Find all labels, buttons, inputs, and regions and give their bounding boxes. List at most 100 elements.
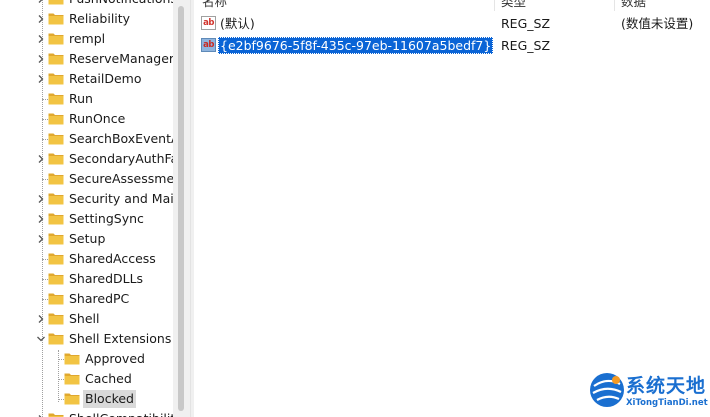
folder-icon (48, 273, 64, 285)
tree-item-label[interactable]: SharedAccess (67, 250, 158, 268)
tree-item-label[interactable]: SearchBoxEventArgsProvider (67, 130, 173, 148)
chevron-right-icon[interactable] (35, 13, 47, 25)
chevron-right-icon[interactable] (35, 193, 47, 205)
folder-icon (48, 13, 64, 25)
tree-item-label[interactable]: Security and Maintenance (67, 190, 173, 208)
value-row[interactable]: ab (默认) REG_SZ (数值未设置) (194, 13, 710, 34)
tree-item[interactable]: SharedPC (0, 289, 173, 309)
registry-tree[interactable]: PushNotifications Reliability rempl Reserve… (0, 0, 173, 417)
tree-item-label[interactable]: rempl (67, 30, 107, 48)
value-row-selected[interactable]: ab {e2bf9676-5f8f-435c-97eb-11607a5bedf7… (194, 35, 710, 56)
chevron-right-icon[interactable] (35, 0, 47, 5)
folder-icon (48, 193, 64, 205)
tree-item-label[interactable]: PushNotifications (67, 0, 173, 8)
tree-item-label[interactable]: SettingSync (67, 210, 146, 228)
tree-item-label[interactable]: RunOnce (67, 110, 127, 128)
tree-scrollbar[interactable] (173, 0, 190, 417)
tree-item[interactable]: Cached (0, 369, 173, 389)
folder-icon (48, 53, 64, 65)
column-header-data[interactable]: 数据 (621, 0, 646, 11)
folder-icon (64, 353, 80, 365)
tree-item[interactable]: rempl (0, 29, 173, 49)
column-header-name[interactable]: 名称 (202, 0, 227, 11)
watermark-logo: 系统天地 XiTongTianDi.net (588, 371, 708, 415)
tree-item-label[interactable]: Blocked (83, 390, 136, 408)
tree-item-label[interactable]: Shell Extensions (67, 330, 173, 348)
tree-item[interactable]: Security and Maintenance (0, 189, 173, 209)
tree-item-label[interactable]: ReserveManager (67, 50, 173, 68)
chevron-right-icon[interactable] (35, 153, 47, 165)
chevron-right-icon[interactable] (35, 33, 47, 45)
value-name[interactable]: (默认) (218, 15, 257, 32)
folder-icon (48, 413, 64, 417)
tree-item[interactable]: PushNotifications (0, 0, 173, 9)
column-separator[interactable] (494, 0, 495, 11)
tree-item[interactable]: SharedAccess (0, 249, 173, 269)
tree-item-label[interactable]: Setup (67, 230, 107, 248)
tree-item-label[interactable]: Reliability (67, 10, 132, 28)
tree-item-label[interactable]: RetailDemo (67, 70, 143, 88)
tree-item[interactable]: SettingSync (0, 209, 173, 229)
chevron-right-icon[interactable] (35, 413, 47, 417)
tree-item-label[interactable]: SecureAssessment (67, 170, 173, 188)
folder-icon (48, 313, 64, 325)
tree-item[interactable]: Setup (0, 229, 173, 249)
tree-item-label[interactable]: Approved (83, 350, 147, 368)
value-type: REG_SZ (501, 16, 551, 31)
folder-icon (64, 393, 80, 405)
value-name-selected[interactable]: {e2bf9676-5f8f-435c-97eb-11607a5bedf7} (218, 37, 494, 54)
folder-icon (48, 233, 64, 245)
folder-icon (48, 0, 64, 5)
string-value-icon: ab (201, 38, 216, 52)
folder-icon (48, 73, 64, 85)
tree-item[interactable]: RetailDemo (0, 69, 173, 89)
folder-icon (48, 253, 64, 265)
tree-item[interactable]: Approved (0, 349, 173, 369)
tree-item[interactable]: Shell Extensions (0, 329, 173, 349)
tree-item[interactable]: ReserveManager (0, 49, 173, 69)
chevron-right-icon[interactable] (35, 73, 47, 85)
chevron-down-icon[interactable] (35, 333, 47, 345)
folder-icon (48, 93, 64, 105)
folder-icon (48, 33, 64, 45)
tree-item-label[interactable]: Run (67, 90, 95, 108)
values-pane[interactable]: 名称 类型 数据 ab (默认) REG_SZ (数值未设置) ab {e2bf… (194, 0, 710, 417)
tree-item[interactable]: ShellCompatibility (0, 409, 173, 417)
column-separator[interactable] (614, 0, 615, 11)
folder-icon (48, 293, 64, 305)
folder-icon (48, 213, 64, 225)
globe-logo-icon (590, 373, 624, 407)
chevron-right-icon[interactable] (35, 233, 47, 245)
chevron-right-icon[interactable] (35, 213, 47, 225)
tree-item-label[interactable]: Cached (83, 370, 134, 388)
folder-icon (48, 153, 64, 165)
tree-item[interactable]: SearchBoxEventArgsProvider (0, 129, 173, 149)
watermark-subtitle: XiTongTianDi.net (626, 398, 708, 408)
tree-item[interactable]: RunOnce (0, 109, 173, 129)
tree-item[interactable]: Reliability (0, 9, 173, 29)
string-value-icon: ab (201, 16, 216, 30)
watermark-title: 系统天地 (626, 375, 707, 397)
folder-icon (48, 113, 64, 125)
tree-item-label[interactable]: SharedPC (67, 290, 131, 308)
tree-item-label[interactable]: SecondaryAuthFactor (67, 150, 173, 168)
chevron-right-icon[interactable] (35, 53, 47, 65)
tree-item-label[interactable]: ShellCompatibility (67, 410, 173, 417)
tree-item[interactable]: SecondaryAuthFactor (0, 149, 173, 169)
tree-item-label[interactable]: SharedDLLs (67, 270, 145, 288)
value-data: (数值未设置) (621, 16, 694, 31)
tree-item[interactable]: Run (0, 89, 173, 109)
folder-icon (48, 333, 64, 345)
chevron-right-icon[interactable] (35, 313, 47, 325)
tree-item[interactable]: Shell (0, 309, 173, 329)
tree-item[interactable]: Blocked (0, 389, 173, 409)
folder-icon (48, 173, 64, 185)
folder-icon (64, 373, 80, 385)
tree-scrollbar-thumb[interactable] (178, 6, 184, 411)
tree-item-label[interactable]: Shell (67, 310, 102, 328)
value-type: REG_SZ (501, 38, 551, 53)
column-header-type[interactable]: 类型 (501, 0, 526, 11)
folder-icon (48, 133, 64, 145)
tree-item[interactable]: SharedDLLs (0, 269, 173, 289)
tree-item[interactable]: SecureAssessment (0, 169, 173, 189)
